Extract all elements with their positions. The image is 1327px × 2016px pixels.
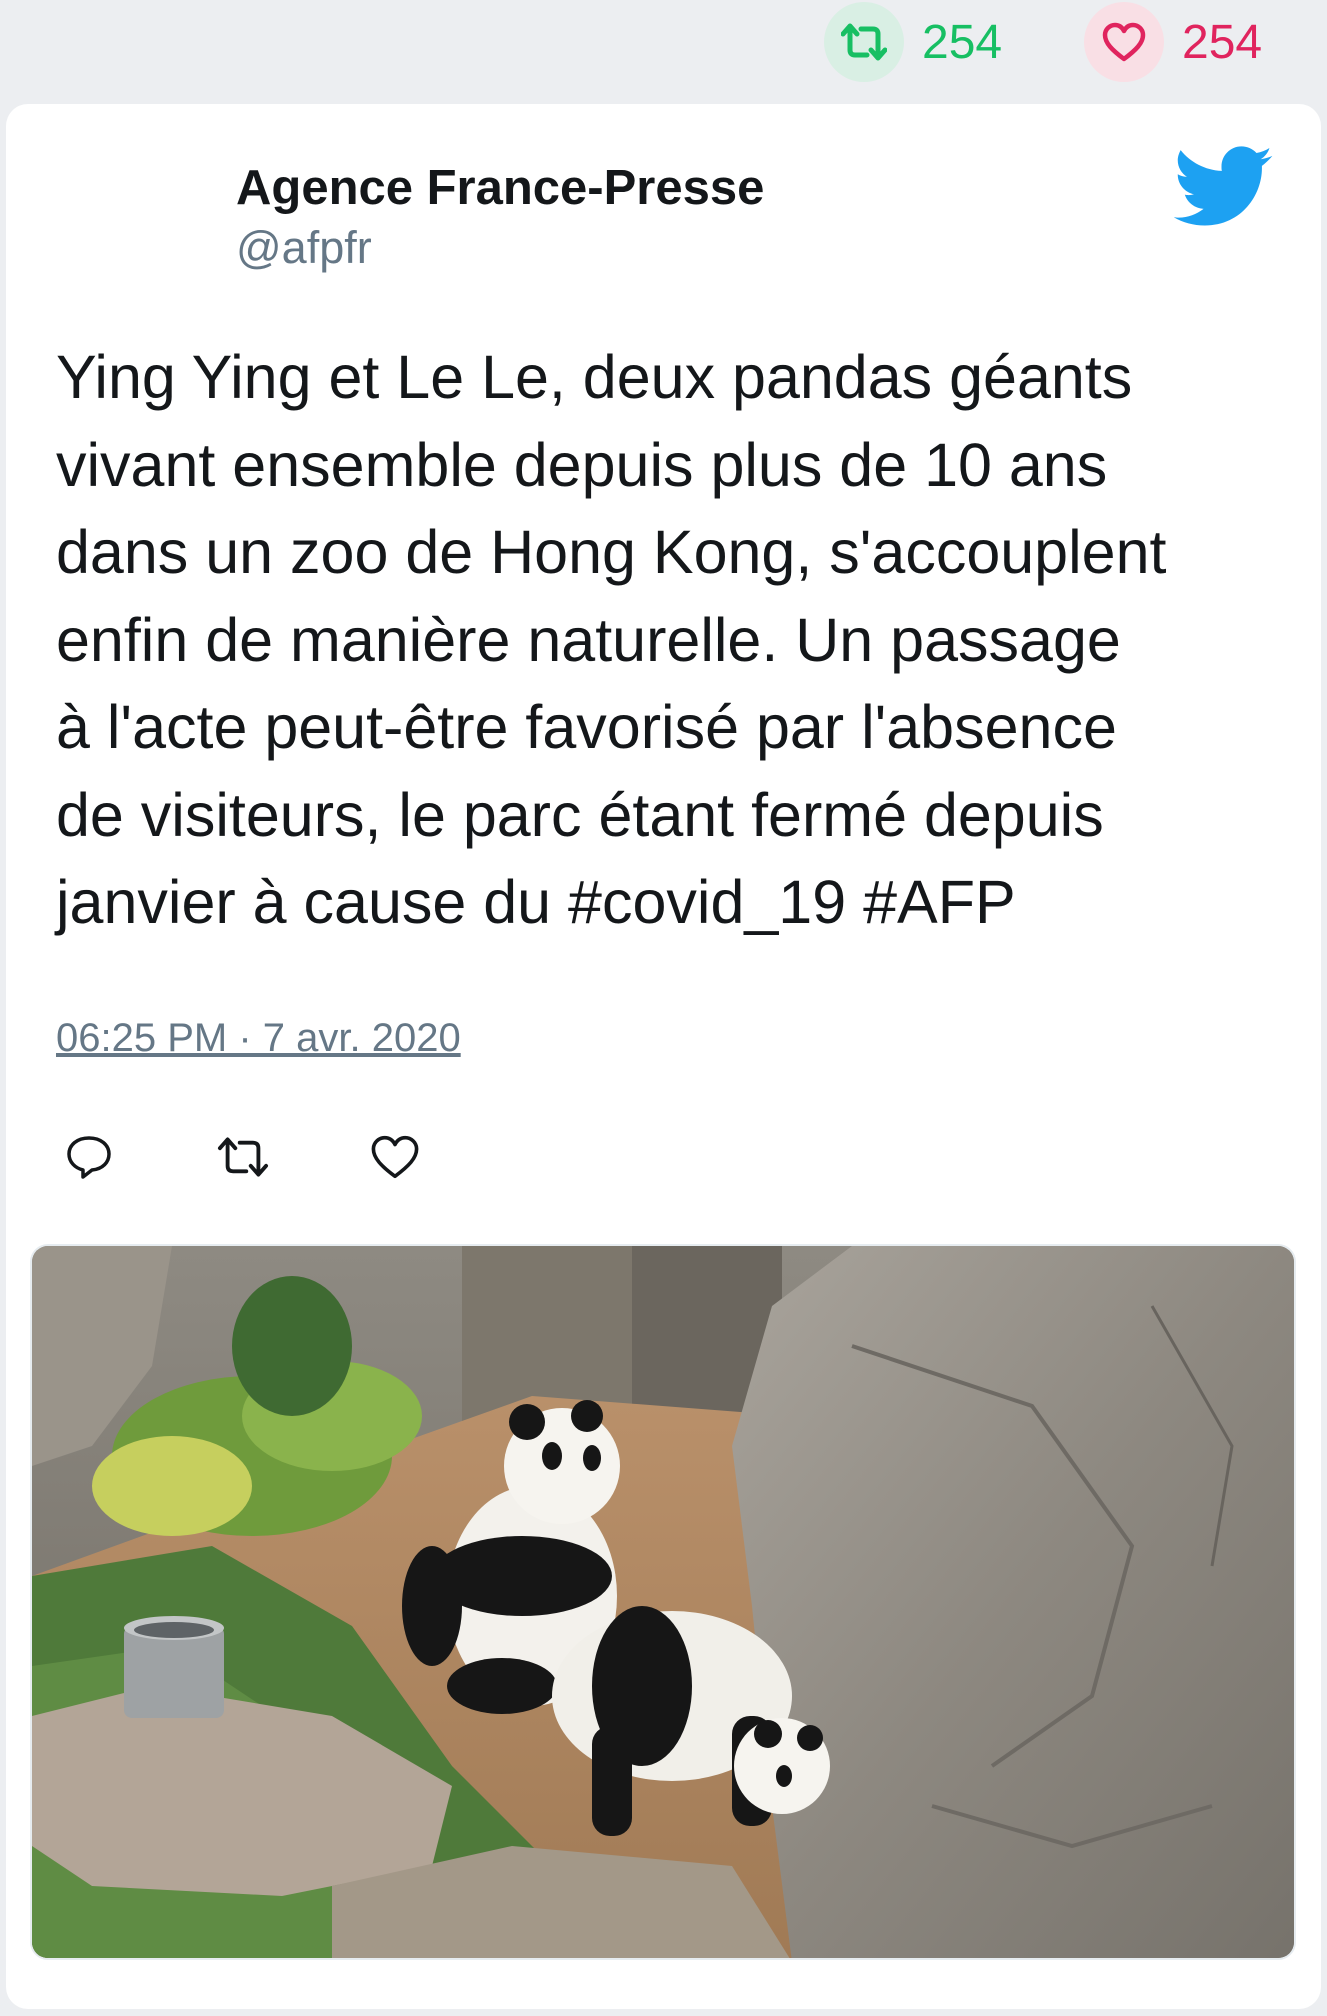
twitter-bird-icon[interactable] xyxy=(1174,146,1274,230)
heart-icon[interactable] xyxy=(1084,2,1164,82)
engagement-bar: 254 254 xyxy=(0,0,1327,104)
retweet-icon[interactable] xyxy=(824,2,904,82)
like-count: 254 xyxy=(1182,15,1263,69)
tweet-timestamp[interactable]: 06:25 PM · 7 avr. 2020 xyxy=(56,1016,461,1061)
like-icon[interactable] xyxy=(362,1124,428,1190)
like-stat[interactable]: 254 xyxy=(1084,2,1262,82)
retweet-stat[interactable]: 254 xyxy=(824,2,1002,82)
reply-icon[interactable] xyxy=(56,1124,122,1190)
retweet-action-icon[interactable] xyxy=(210,1124,276,1190)
tweet-text: Ying Ying et Le Le, deux pandas géants v… xyxy=(56,343,1167,936)
tweet-card: Agence France-Presse @afpfr Ying Ying et… xyxy=(6,104,1321,2009)
author-handle[interactable]: @afpfr xyxy=(236,222,372,274)
author-name[interactable]: Agence France-Presse xyxy=(236,160,764,216)
photo-image xyxy=(32,1246,1294,1958)
retweet-count: 254 xyxy=(922,15,1003,69)
tweet-media-photo[interactable] xyxy=(30,1244,1296,1960)
